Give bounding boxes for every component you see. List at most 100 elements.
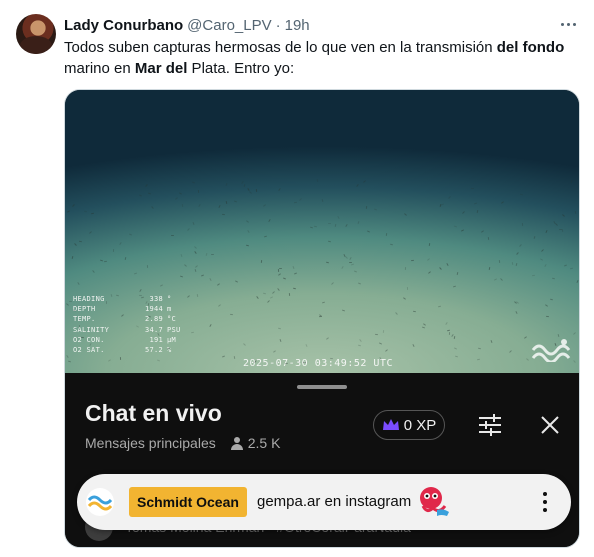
seafloor-speck — [234, 200, 238, 203]
seafloor-speck — [191, 181, 195, 185]
seafloor-speck — [148, 192, 152, 195]
telemetry-value: 57.2 — [144, 346, 163, 355]
seafloor-speck — [288, 292, 290, 296]
seafloor-speck — [139, 289, 142, 293]
seafloor-speck — [256, 295, 260, 299]
text-bold: Mar del — [134, 60, 188, 77]
telemetry-key: DEPTH — [73, 305, 96, 314]
author-handle[interactable]: @Caro_LPV — [187, 17, 271, 34]
seafloor-speck — [412, 343, 415, 347]
seafloor-video: HEADING 338 ° DEPTH 1944 m TEMP. 2.89 °C SALINITY… — [65, 90, 579, 373]
seafloor-speck — [294, 202, 298, 204]
telemetry-key: O2 SAT. — [73, 346, 105, 355]
seafloor-speck — [269, 296, 273, 299]
seafloor-speck — [331, 281, 334, 285]
seafloor-speck — [183, 264, 187, 267]
seafloor-speck — [337, 215, 341, 220]
seafloor-speck — [356, 184, 359, 188]
seafloor-speck — [66, 354, 69, 358]
kebab-icon[interactable] — [539, 490, 551, 514]
seafloor-speck — [471, 187, 475, 190]
seafloor-speck — [198, 189, 200, 193]
seafloor-speck — [299, 198, 302, 201]
seafloor-speck — [138, 294, 142, 296]
telemetry-overlay: HEADING 338 ° DEPTH 1944 m TEMP. 2.89 °C SALINITY… — [73, 294, 181, 355]
seafloor-speck — [366, 230, 371, 233]
seafloor-speck — [374, 333, 379, 335]
seafloor-speck — [112, 249, 114, 253]
seafloor-speck — [477, 358, 481, 361]
seafloor-speck — [519, 243, 523, 247]
chat-subtitle[interactable]: Mensajes principales — [85, 435, 216, 451]
seafloor-speck — [71, 256, 74, 260]
seafloor-speck — [179, 192, 183, 195]
seafloor-speck — [570, 268, 574, 270]
seafloor-speck — [159, 284, 163, 287]
seafloor-speck — [439, 267, 443, 270]
seafloor-speck — [187, 295, 191, 299]
tweet-media[interactable]: HEADING 338 ° DEPTH 1944 m TEMP. 2.89 °C SALINITY… — [64, 89, 580, 548]
xp-button[interactable]: 0 XP — [373, 410, 445, 440]
seafloor-speck — [406, 287, 409, 291]
seafloor-speck — [221, 355, 225, 358]
tweet-time[interactable]: 19h — [285, 17, 310, 34]
seafloor-speck — [303, 361, 307, 363]
seafloor-speck — [562, 213, 566, 217]
seafloor-speck — [66, 210, 70, 213]
seafloor-speck — [67, 360, 71, 363]
seafloor-speck — [246, 188, 250, 192]
seafloor-speck — [382, 329, 385, 333]
seafloor-speck — [511, 262, 514, 266]
more-icon[interactable] — [558, 14, 578, 34]
seafloor-speck — [478, 347, 482, 349]
seafloor-speck — [449, 331, 451, 335]
seafloor-speck — [385, 232, 387, 236]
seafloor-speck — [490, 340, 493, 344]
seafloor-speck — [124, 256, 127, 260]
seafloor-speck — [174, 197, 178, 200]
seafloor-speck — [180, 276, 184, 278]
seafloor-speck — [194, 245, 198, 249]
viewer-count: 2.5 K — [247, 435, 281, 451]
seafloor-speck — [194, 250, 197, 254]
seafloor-speck — [509, 350, 512, 354]
seafloor-speck — [119, 241, 122, 245]
seafloor-speck — [446, 329, 450, 332]
seafloor-speck — [71, 203, 75, 207]
seafloor-speck — [144, 183, 148, 187]
seafloor-speck — [453, 347, 457, 350]
seafloor-speck — [99, 259, 103, 261]
seafloor-speck — [139, 194, 143, 197]
close-icon[interactable] — [539, 414, 561, 436]
logo-icon — [86, 488, 114, 516]
pinned-banner[interactable]: Schmidt Ocean gempa.ar en instagram — [77, 474, 571, 530]
seafloor-speck — [103, 261, 107, 263]
seafloor-speck — [181, 204, 183, 208]
seafloor-speck — [345, 223, 349, 227]
seafloor-speck — [563, 264, 568, 267]
channel-badge[interactable]: Schmidt Ocean — [129, 487, 247, 517]
seafloor-speck — [554, 223, 558, 227]
chat-filter[interactable]: Mensajes principales 2.5 K — [85, 435, 280, 451]
sliders-icon[interactable] — [477, 413, 503, 437]
watermark-icon — [531, 339, 571, 362]
seafloor-speck — [519, 193, 523, 196]
text-part: Plata. Entro yo: — [187, 60, 295, 77]
drag-handle[interactable] — [297, 385, 347, 389]
seafloor-speck — [327, 222, 331, 224]
seafloor-speck — [217, 303, 221, 307]
telemetry-key: SALINITY — [73, 325, 110, 334]
author-name[interactable]: Lady Conurbano — [64, 17, 183, 34]
seafloor-speck — [262, 204, 266, 207]
seafloor-speck — [243, 183, 245, 187]
tweet-header: Lady Conurbano @Caro_LPV · 19h — [64, 16, 310, 34]
seafloor-speck — [498, 260, 500, 264]
seafloor-speck — [363, 180, 366, 183]
avatar[interactable] — [16, 14, 56, 54]
telemetry-row: HEADING 338 ° — [73, 294, 181, 304]
seafloor-speck — [445, 321, 448, 325]
telemetry-key: TEMP. — [73, 315, 96, 324]
telemetry-unit: μM — [167, 335, 177, 344]
seafloor-speck — [531, 274, 535, 277]
seafloor-speck — [402, 297, 406, 300]
